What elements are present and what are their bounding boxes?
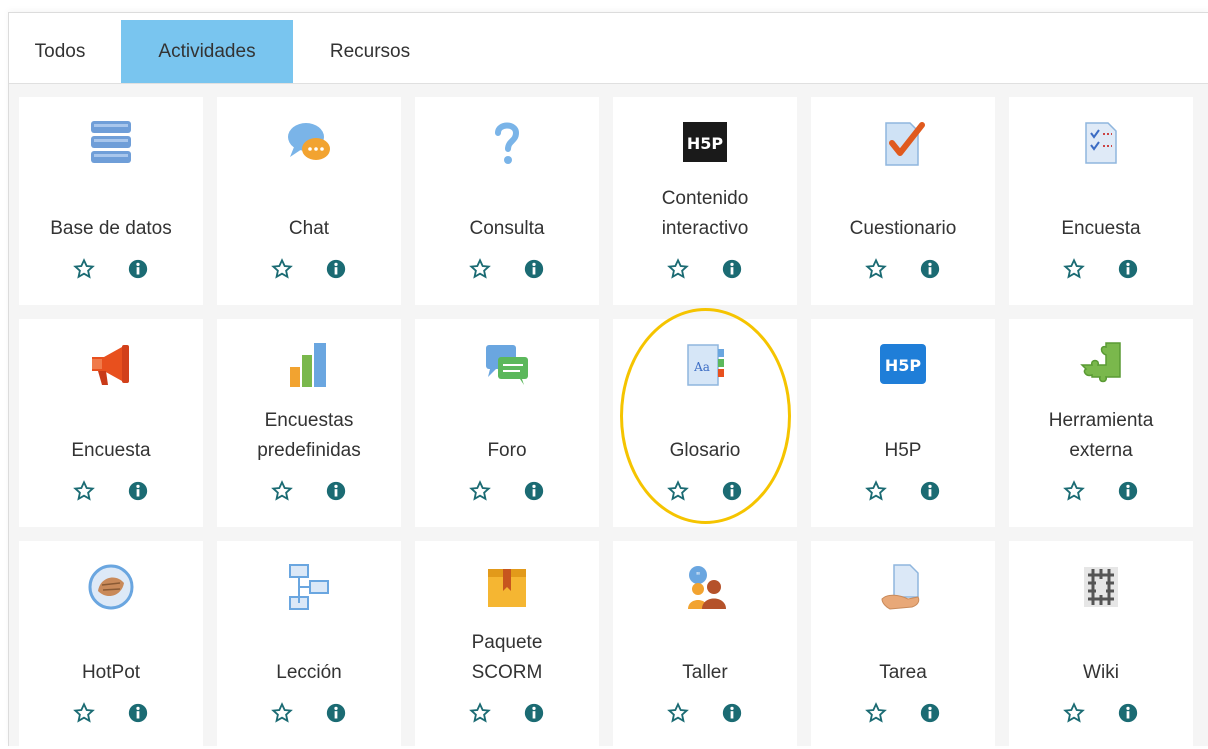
tab-recursos[interactable]: Recursos: [309, 20, 431, 83]
lesson-icon: [284, 563, 334, 611]
star-icon[interactable]: [664, 477, 692, 505]
tile-chat[interactable]: Chat: [217, 97, 401, 305]
tab-bar: Todos Actividades Recursos: [9, 13, 1208, 84]
star-icon[interactable]: [268, 699, 296, 727]
star-icon[interactable]: [664, 255, 692, 283]
tile-label: Foro: [487, 440, 527, 461]
h5p-icon: H5P: [680, 119, 730, 167]
tile-label: Herramienta externa: [1048, 410, 1154, 461]
info-icon[interactable]: [520, 477, 548, 505]
tile-label: H5P: [884, 440, 922, 461]
tile-encuesta-2[interactable]: Encuesta: [19, 319, 203, 527]
star-icon[interactable]: [862, 477, 890, 505]
tile-label: Consulta: [469, 218, 545, 239]
tile-label: Tarea: [879, 662, 927, 683]
star-icon[interactable]: [70, 699, 98, 727]
tile-tarea[interactable]: Tarea: [811, 541, 995, 749]
workshop-icon: ": [680, 563, 730, 611]
info-icon[interactable]: [1114, 477, 1142, 505]
star-icon[interactable]: [1060, 477, 1088, 505]
puzzle-icon: [1076, 341, 1126, 389]
star-icon[interactable]: [466, 477, 494, 505]
tile-label: Contenido interactivo: [661, 188, 749, 239]
tile-wiki[interactable]: Wiki: [1009, 541, 1193, 749]
tile-label: Base de datos: [50, 218, 172, 239]
star-icon[interactable]: [466, 255, 494, 283]
tile-hotpot[interactable]: HotPot: [19, 541, 203, 749]
info-icon[interactable]: [520, 255, 548, 283]
info-icon[interactable]: [1114, 699, 1142, 727]
tile-label: Lección: [276, 662, 342, 683]
survey-icon: [1076, 119, 1126, 167]
info-icon[interactable]: [916, 699, 944, 727]
quiz-icon: [878, 119, 928, 167]
tile-h5p[interactable]: H5P H5P: [811, 319, 995, 527]
star-icon[interactable]: [70, 255, 98, 283]
tile-taller[interactable]: " Taller: [613, 541, 797, 749]
svg-text:Aa: Aa: [693, 360, 710, 374]
info-icon[interactable]: [124, 477, 152, 505]
tile-encuesta[interactable]: Encuesta: [1009, 97, 1193, 305]
star-icon[interactable]: [862, 255, 890, 283]
hotpot-icon: [86, 563, 136, 611]
h5p-icon: H5P: [878, 341, 928, 389]
tile-herramienta-externa[interactable]: Herramienta externa: [1009, 319, 1193, 527]
activity-chooser: Todos Actividades Recursos Base de datos…: [8, 12, 1208, 749]
svg-text:H5P: H5P: [687, 134, 724, 153]
info-icon[interactable]: [124, 255, 152, 283]
tab-actividades[interactable]: Actividades: [121, 20, 293, 83]
star-icon[interactable]: [664, 699, 692, 727]
info-icon[interactable]: [124, 699, 152, 727]
tile-encuestas-predefinidas[interactable]: Encuestas predefinidas: [217, 319, 401, 527]
assignment-icon: [878, 563, 928, 611]
star-icon[interactable]: [862, 699, 890, 727]
info-icon[interactable]: [322, 255, 350, 283]
info-icon[interactable]: [916, 255, 944, 283]
info-icon[interactable]: [916, 477, 944, 505]
tile-base-de-datos[interactable]: Base de datos: [19, 97, 203, 305]
star-icon[interactable]: [268, 255, 296, 283]
tile-label: HotPot: [81, 662, 141, 683]
info-icon[interactable]: [520, 699, 548, 727]
tile-contenido-interactivo[interactable]: H5P Contenido interactivo: [613, 97, 797, 305]
glossary-icon: Aa: [680, 341, 730, 389]
info-icon[interactable]: [718, 699, 746, 727]
tile-label: Taller: [682, 662, 728, 683]
chat-icon: [284, 119, 334, 167]
star-icon[interactable]: [1060, 699, 1088, 727]
forum-icon: [482, 341, 532, 389]
tile-label: Glosario: [669, 440, 741, 461]
tile-label: Wiki: [1083, 662, 1119, 683]
tile-label: Encuesta: [71, 440, 151, 461]
tile-label: Chat: [288, 218, 330, 239]
tile-label: Encuesta: [1061, 218, 1141, 239]
tile-leccion[interactable]: Lección: [217, 541, 401, 749]
tile-glosario[interactable]: Aa Glosario: [613, 319, 797, 527]
info-icon[interactable]: [718, 255, 746, 283]
database-icon: [86, 119, 136, 167]
tile-paquete-scorm[interactable]: Paquete SCORM: [415, 541, 599, 749]
info-icon[interactable]: [322, 477, 350, 505]
star-icon[interactable]: [268, 477, 296, 505]
tile-cuestionario[interactable]: Cuestionario: [811, 97, 995, 305]
bar-chart-icon: [284, 341, 334, 389]
star-icon[interactable]: [466, 699, 494, 727]
info-icon[interactable]: [322, 699, 350, 727]
package-icon: [482, 563, 532, 611]
tile-label: Paquete SCORM: [471, 632, 543, 683]
svg-text:H5P: H5P: [885, 356, 922, 375]
megaphone-icon: [86, 341, 136, 389]
info-icon[interactable]: [718, 477, 746, 505]
tab-todos[interactable]: Todos: [21, 20, 99, 83]
question-icon: [482, 119, 532, 167]
wiki-icon: [1076, 563, 1126, 611]
tile-consulta[interactable]: Consulta: [415, 97, 599, 305]
star-icon[interactable]: [1060, 255, 1088, 283]
tile-foro[interactable]: Foro: [415, 319, 599, 527]
info-icon[interactable]: [1114, 255, 1142, 283]
tile-label: Encuestas predefinidas: [257, 410, 361, 461]
tile-label: Cuestionario: [849, 218, 957, 239]
star-icon[interactable]: [70, 477, 98, 505]
svg-text:": ": [696, 571, 701, 582]
